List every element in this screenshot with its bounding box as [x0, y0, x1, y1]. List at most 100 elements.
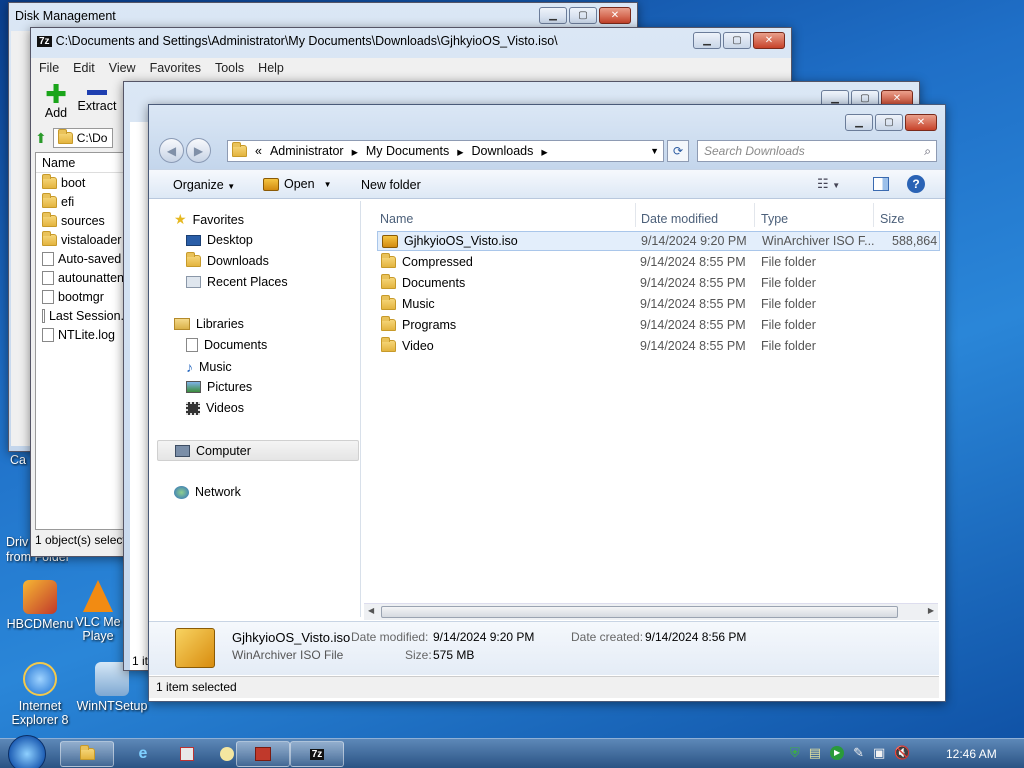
- menu-view[interactable]: View: [109, 61, 136, 75]
- table-row[interactable]: Documents 9/14/2024 8:55 PM File folder: [377, 273, 940, 293]
- column-divider[interactable]: [873, 203, 874, 227]
- maximize-button[interactable]: ▢: [723, 32, 751, 49]
- table-row[interactable]: GjhkyioOS_Visto.iso 9/14/2024 9:20 PM WinA…: [377, 231, 940, 251]
- breadcrumb-administrator[interactable]: Administrator: [270, 144, 344, 158]
- maximize-icon: ▢: [884, 117, 894, 128]
- up-folder-icon[interactable]: ⬆: [35, 130, 47, 147]
- minimize-icon: ▁: [703, 35, 711, 46]
- tray-tool-icon[interactable]: ✎: [853, 745, 864, 761]
- nav-favorites[interactable]: ★ Favorites: [174, 211, 244, 228]
- breadcrumb-separator-icon[interactable]: ▸: [457, 144, 463, 159]
- search-box[interactable]: Search Downloads ⌕: [697, 140, 937, 162]
- help-icon[interactable]: ?: [907, 175, 925, 193]
- title-bar[interactable]: 7z C:\Documents and Settings\Administrat…: [31, 28, 791, 54]
- menu-help[interactable]: Help: [258, 61, 284, 75]
- add-button[interactable]: ✚ Add: [41, 81, 71, 120]
- list-item[interactable]: sources: [36, 211, 124, 230]
- list-item[interactable]: NTLite.log: [36, 325, 124, 344]
- maximize-button[interactable]: ▢: [875, 114, 903, 131]
- nav-downloads[interactable]: Downloads: [186, 252, 269, 268]
- table-row[interactable]: Programs 9/14/2024 8:55 PM File folder: [377, 315, 940, 335]
- close-button[interactable]: ✕: [599, 7, 631, 24]
- name-column-header[interactable]: Name: [36, 153, 124, 173]
- close-button[interactable]: ✕: [905, 114, 937, 131]
- taskbar-explorer-button[interactable]: [60, 741, 114, 767]
- start-button[interactable]: [8, 735, 46, 768]
- file-date: 9/14/2024 9:20 PM: [641, 234, 747, 248]
- table-row[interactable]: Music 9/14/2024 8:55 PM File folder: [377, 294, 940, 314]
- taskbar-clock[interactable]: 12:46 AM: [946, 747, 997, 761]
- list-item[interactable]: bootmgr: [36, 287, 124, 306]
- list-item[interactable]: boot: [36, 173, 124, 192]
- nav-music[interactable]: ♪ Music: [186, 359, 232, 375]
- table-row[interactable]: Video 9/14/2024 8:55 PM File folder: [377, 336, 940, 356]
- column-header-date[interactable]: Date modified: [641, 212, 718, 226]
- list-item[interactable]: Last Session.: [36, 306, 124, 325]
- tray-stack-icon[interactable]: ▤: [809, 745, 821, 761]
- list-item[interactable]: efi: [36, 192, 124, 211]
- desktop-icon-vlc[interactable]: VLC Me Playe: [68, 580, 128, 643]
- menu-tools[interactable]: Tools: [215, 61, 244, 75]
- tray-network-icon[interactable]: ▣: [873, 745, 885, 761]
- open-button[interactable]: Open ▼: [263, 177, 332, 191]
- menu-favorites[interactable]: Favorites: [150, 61, 201, 75]
- desktop-icon-label: VLC Me: [75, 615, 121, 629]
- minimize-icon: ▁: [855, 117, 863, 128]
- preview-pane-icon[interactable]: [873, 177, 889, 191]
- new-folder-button[interactable]: New folder: [361, 178, 421, 192]
- nav-network[interactable]: Network: [174, 485, 241, 499]
- organize-button[interactable]: Organize ▼: [173, 178, 235, 192]
- taskbar-disk-management-button[interactable]: [236, 741, 290, 767]
- list-item[interactable]: autounatten: [36, 268, 124, 287]
- scroll-left-icon[interactable]: ◀: [368, 606, 374, 615]
- breadcrumb-separator-icon[interactable]: ▸: [352, 144, 358, 159]
- column-divider[interactable]: [754, 203, 755, 227]
- maximize-button[interactable]: ▢: [569, 7, 597, 24]
- view-options-icon[interactable]: ☷ ▼: [817, 176, 840, 192]
- file-type: File folder: [761, 255, 816, 269]
- menu-file[interactable]: File: [39, 61, 59, 75]
- taskbar-7zip-button[interactable]: 7z: [290, 741, 344, 767]
- breadcrumb-my-documents[interactable]: My Documents: [366, 144, 449, 158]
- nav-desktop[interactable]: Desktop: [186, 233, 253, 247]
- minimize-button[interactable]: ▁: [693, 32, 721, 49]
- address-bar[interactable]: « Administrator ▸ My Documents ▸ Downloa…: [227, 140, 664, 162]
- nav-libraries[interactable]: Libraries: [174, 317, 244, 331]
- nav-recent-places[interactable]: Recent Places: [186, 275, 288, 289]
- horizontal-scrollbar[interactable]: ◀ ▶: [364, 603, 938, 620]
- column-header-name[interactable]: Name: [380, 212, 413, 226]
- path-box[interactable]: C:\Do: [52, 128, 113, 148]
- address-dropdown-icon[interactable]: ▼: [650, 146, 659, 156]
- scrollbar-thumb[interactable]: [381, 606, 898, 618]
- column-header-type[interactable]: Type: [761, 212, 788, 226]
- tray-shield-icon[interactable]: ⛨: [790, 745, 800, 761]
- nav-videos[interactable]: Videos: [186, 401, 244, 415]
- list-item[interactable]: vistaloader: [36, 230, 124, 249]
- minimize-button[interactable]: ▁: [845, 114, 873, 131]
- list-item[interactable]: Auto-saved: [36, 249, 124, 268]
- internet-explorer-icon: e: [138, 745, 148, 762]
- table-row[interactable]: Compressed 9/14/2024 8:55 PM File folder: [377, 252, 940, 272]
- list-item-label: Auto-saved: [58, 251, 122, 266]
- tray-play-icon[interactable]: ▶: [830, 746, 845, 760]
- close-button[interactable]: ✕: [753, 32, 785, 49]
- desktop-icon-ie8[interactable]: Internet Explorer 8: [0, 662, 80, 727]
- menu-edit[interactable]: Edit: [73, 61, 95, 75]
- scroll-right-icon[interactable]: ▶: [928, 606, 934, 615]
- column-divider[interactable]: [635, 203, 636, 227]
- nav-documents[interactable]: Documents: [186, 338, 267, 352]
- breadcrumb-downloads[interactable]: Downloads: [472, 144, 534, 158]
- column-header-size[interactable]: Size: [880, 212, 904, 226]
- window-title: C:\Documents and Settings\Administrator\…: [55, 34, 558, 48]
- tray-volume-muted-icon[interactable]: 🔇: [894, 745, 910, 761]
- minimize-button[interactable]: ▁: [539, 7, 567, 24]
- forward-button[interactable]: ▶: [186, 138, 211, 163]
- minimize-icon: ▁: [831, 93, 839, 104]
- back-button[interactable]: ◀: [159, 138, 184, 163]
- nav-pictures[interactable]: Pictures: [186, 380, 252, 394]
- nav-computer[interactable]: Computer: [157, 440, 359, 461]
- refresh-button[interactable]: ⟳: [667, 140, 689, 162]
- extract-button[interactable]: Extract: [77, 82, 117, 113]
- breadcrumb-overflow[interactable]: «: [255, 144, 262, 158]
- breadcrumb-separator-icon[interactable]: ▸: [541, 144, 547, 159]
